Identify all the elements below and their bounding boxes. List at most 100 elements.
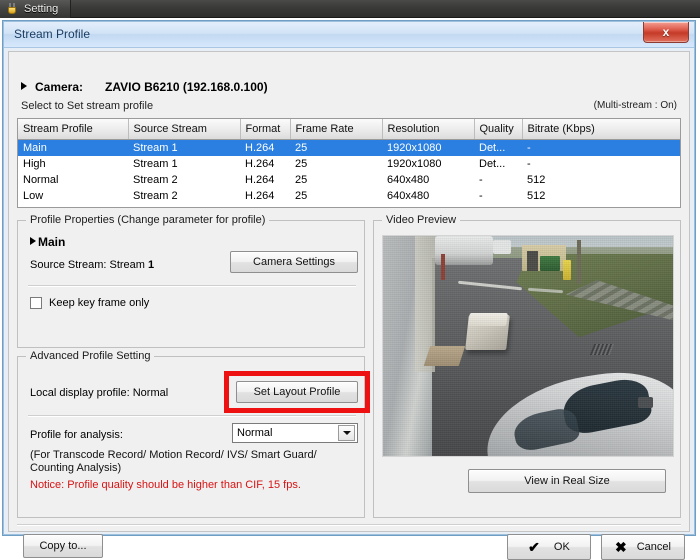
triangle-right-icon (30, 237, 36, 245)
cell-format: H.264 (245, 190, 275, 202)
cell-format: H.264 (240, 204, 290, 207)
cell-stream-profile: Minimum (18, 204, 128, 207)
keep-key-frame-checkbox[interactable] (30, 297, 42, 309)
cell-frame-rate: 25 (295, 158, 308, 170)
local-display-value: Normal (132, 387, 169, 399)
chevron-down-icon[interactable] (338, 425, 355, 441)
cell-source-stream: Stream 1 (128, 139, 240, 156)
cancel-button-label: Cancel (636, 541, 671, 553)
multistream-status: (Multi-stream : On) (593, 100, 677, 111)
cell-source-stream: Stream 2 (133, 190, 178, 202)
cell-stream-profile: Normal (23, 174, 59, 186)
keep-key-frame-row: Keep key frame only (30, 297, 149, 309)
advanced-profile-legend: Advanced Profile Setting (26, 350, 155, 362)
selected-profile-name: Main (38, 235, 66, 249)
cell-quality: Det... (479, 158, 506, 170)
camera-label: Camera: (35, 80, 84, 94)
column-header-frame-rate[interactable]: Frame Rate (290, 119, 383, 140)
profile-properties-group: Profile Properties (Change parameter for… (17, 214, 365, 348)
table-header-row: Stream Profile Source Stream Format Fram… (18, 119, 680, 140)
triangle-right-icon (21, 82, 27, 90)
dialog-title: Stream Profile (14, 27, 91, 41)
cell-bitrate: 512 (527, 174, 546, 186)
select-hint-text: Select to Set stream profile (21, 100, 154, 112)
analysis-note-text: (For Transcode Record/ Motion Record/ IV… (30, 449, 317, 474)
source-stream-label: Source Stream: Stream (30, 259, 145, 271)
profile-for-analysis-select[interactable]: Normal (232, 423, 358, 443)
close-icon: x (662, 25, 670, 39)
close-window-button[interactable]: x (643, 22, 689, 43)
column-header-source-stream[interactable]: Source Stream (128, 119, 241, 140)
dialog-client-area: Camera: ZAVIO B6210 (192.168.0.100) Sele… (8, 51, 690, 560)
plug-icon (6, 3, 18, 15)
keep-key-frame-label: Keep key frame only (49, 297, 150, 309)
cell-resolution: 1920x1080 (382, 139, 474, 156)
desktop-taskbar: Setting (0, 0, 700, 18)
divider (28, 285, 356, 287)
set-layout-profile-button[interactable]: Set Layout Profile (236, 381, 358, 403)
table-row[interactable]: Main Stream 1 H.264 25 1920x1080 Det... … (18, 139, 680, 156)
stream-profile-dialog: Stream Profile x Camera: ZAVIO B6210 (19… (2, 20, 696, 560)
column-header-resolution[interactable]: Resolution (382, 119, 475, 140)
cell-bitrate: - (522, 139, 680, 156)
cell-format: H.264 (245, 158, 275, 170)
table-row[interactable]: Normal Stream 2 H.264 25 640x480 - 512 (18, 172, 680, 188)
local-display-profile-row: Local display profile: Normal (30, 387, 168, 399)
cell-stream-profile: Main (18, 139, 128, 156)
profile-properties-legend: Profile Properties (Change parameter for… (26, 214, 270, 226)
cell-quality: - (479, 190, 483, 202)
cell-source-stream: Stream 2 (133, 174, 178, 186)
view-in-real-size-button[interactable]: View in Real Size (468, 469, 666, 493)
cell-stream-profile: Low (23, 190, 44, 202)
selected-profile-title: Main (30, 235, 65, 249)
cell-resolution: 640x480 (387, 190, 430, 202)
column-header-quality[interactable]: Quality (474, 119, 523, 140)
cell-quality: - (474, 204, 522, 207)
ok-button-label: OK (553, 541, 570, 553)
cell-resolution: 1920x1080 (387, 158, 442, 170)
column-header-bitrate[interactable]: Bitrate (Kbps) (522, 119, 680, 140)
taskbar-item-setting[interactable]: Setting (0, 0, 72, 18)
advanced-profile-setting-group: Advanced Profile Setting Local display p… (17, 350, 370, 518)
video-preview-image[interactable] (382, 235, 674, 457)
dialog-titlebar[interactable]: Stream Profile x (4, 22, 694, 48)
video-preview-legend: Video Preview (382, 214, 461, 226)
cell-frame-rate: 25 (295, 174, 308, 186)
cctv-scene (383, 236, 673, 456)
cell-frame-rate: 1 (290, 204, 382, 207)
column-header-stream-profile[interactable]: Stream Profile (18, 119, 129, 140)
profile-for-analysis-label: Profile for analysis: (30, 429, 123, 441)
cell-resolution: 640x480 (387, 174, 430, 186)
table-row[interactable]: Minimum Stream 3 H.264 1 640x480 - 128 (18, 204, 680, 207)
cell-quality: Det... (474, 139, 522, 156)
cross-icon: ✖ (615, 539, 627, 555)
camera-settings-button[interactable]: Camera Settings (230, 251, 358, 273)
table-row[interactable]: Low Stream 2 H.264 25 640x480 - 512 (18, 188, 680, 204)
local-display-label: Local display profile: (30, 387, 130, 399)
divider (28, 415, 356, 417)
source-stream-row: Source Stream: Stream 1 (30, 259, 154, 271)
profile-for-analysis-value: Normal (237, 427, 273, 439)
cell-frame-rate: 25 (290, 139, 382, 156)
camera-value: ZAVIO B6210 (192.168.0.100) (105, 80, 268, 94)
source-stream-value: 1 (148, 259, 155, 271)
cell-quality: - (479, 174, 483, 186)
cell-frame-rate: 25 (295, 190, 308, 202)
stream-profile-table: Stream Profile Source Stream Format Fram… (18, 119, 680, 207)
cell-resolution: 640x480 (382, 204, 474, 207)
cell-bitrate: 512 (527, 190, 546, 202)
column-header-format[interactable]: Format (240, 119, 291, 140)
cell-source-stream: Stream 1 (133, 158, 178, 170)
video-preview-group: Video Preview View in Real Size (373, 214, 681, 518)
footer-divider (17, 524, 681, 526)
stream-profile-table-container[interactable]: Stream Profile Source Stream Format Fram… (17, 118, 681, 208)
check-icon: ✔ (528, 539, 540, 555)
analysis-notice-text: Notice: Profile quality should be higher… (30, 479, 301, 491)
cell-bitrate: - (527, 158, 531, 170)
cell-source-stream: Stream 3 (128, 204, 240, 207)
table-row[interactable]: High Stream 1 H.264 25 1920x1080 Det... … (18, 156, 680, 172)
camera-header: Camera: ZAVIO B6210 (192.168.0.100) (21, 80, 268, 94)
cell-stream-profile: High (23, 158, 46, 170)
cell-format: H.264 (245, 174, 275, 186)
taskbar-item-label: Setting (24, 3, 59, 15)
